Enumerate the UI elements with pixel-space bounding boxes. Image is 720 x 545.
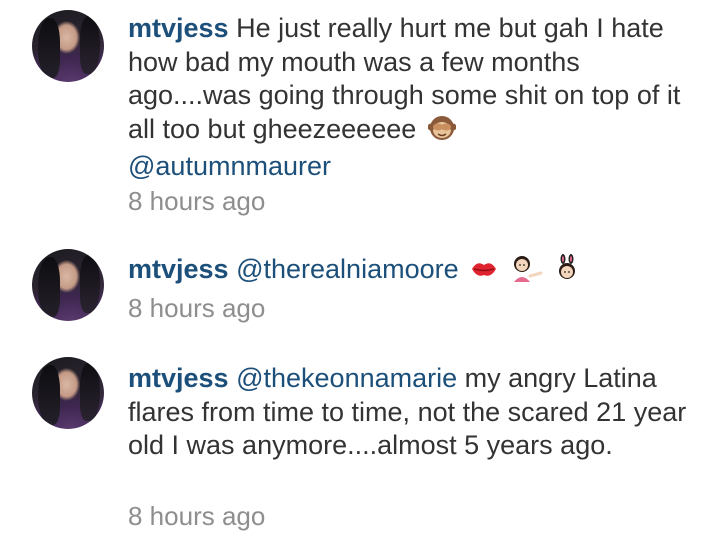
comment-username[interactable]: mtvjess xyxy=(128,254,229,284)
comment-username[interactable]: mtvjess xyxy=(128,363,229,393)
comment-username[interactable]: mtvjess xyxy=(128,13,229,43)
bunny-girl-icon xyxy=(555,254,579,291)
comment-timestamp: 8 hours ago xyxy=(128,293,266,323)
avatar[interactable] xyxy=(32,357,104,429)
comment-timestamp: 8 hours ago xyxy=(128,186,266,216)
comment-mention[interactable]: @therealniamoore xyxy=(236,254,459,284)
woman-tipping-hand-icon xyxy=(510,254,544,291)
comment-mention[interactable]: @autumnmaurer xyxy=(128,151,331,181)
kiss-lips-icon xyxy=(470,256,498,291)
avatar[interactable] xyxy=(32,10,104,82)
comment-body: mtvjess He just really hurt me but gah I… xyxy=(128,12,688,184)
comment-mention[interactable]: @thekeonnamarie xyxy=(236,363,457,393)
comment-body: mtvjess @therealniamoore xyxy=(128,253,688,291)
see-no-evil-monkey-icon xyxy=(427,114,457,151)
comment-timestamp: 8 hours ago xyxy=(128,501,266,531)
comment-body: mtvjess @thekeonnamarie my angry Latina … xyxy=(128,362,688,463)
avatar[interactable] xyxy=(32,249,104,321)
